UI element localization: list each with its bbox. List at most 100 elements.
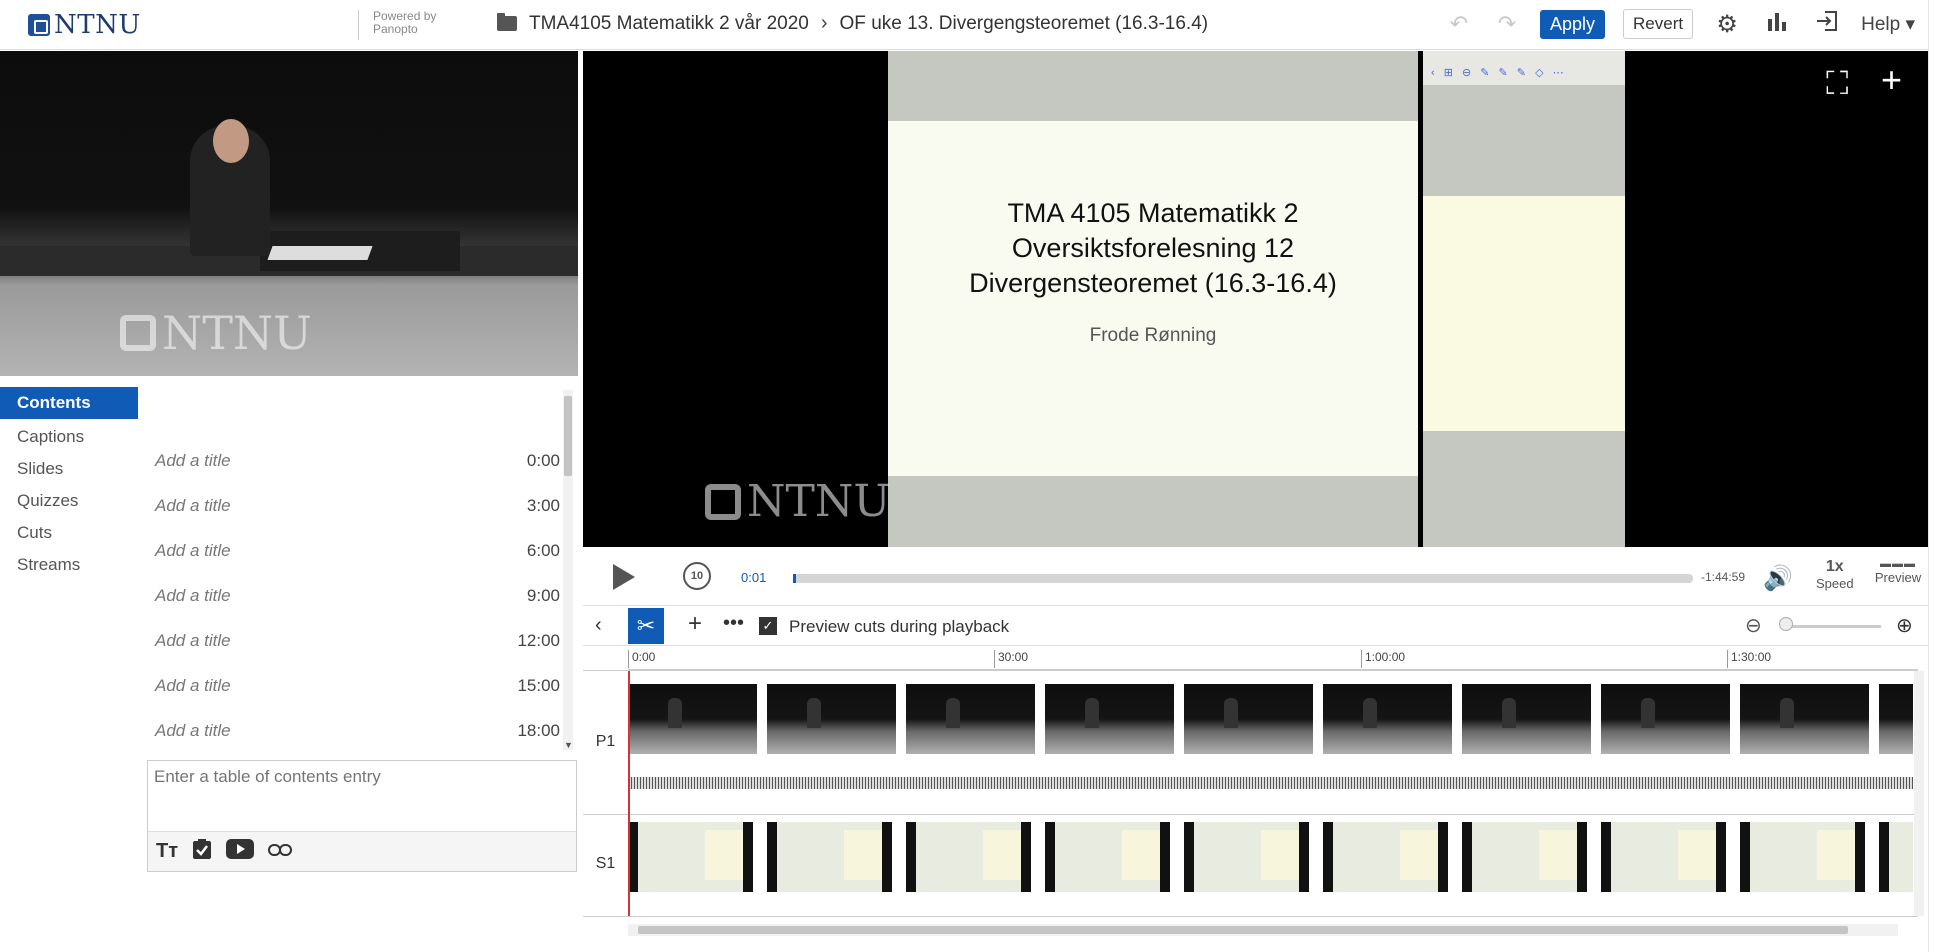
redo-icon[interactable]: ↷ xyxy=(1492,11,1522,37)
more-icon[interactable]: ••• xyxy=(723,612,744,635)
slide-thumbnail-content xyxy=(1889,822,1913,892)
add-stream-icon[interactable]: + xyxy=(1881,59,1902,101)
slide-thumbnail-content xyxy=(1611,822,1716,892)
main-video[interactable]: TMA 4105 Matematikk 2 Oversiktsforelesni… xyxy=(583,51,1928,547)
timeline-ruler[interactable]: 0:00 30:00 1:00:00 1:30:00 xyxy=(628,648,1918,670)
exit-icon[interactable] xyxy=(1811,10,1843,39)
toc-title[interactable]: Add a title xyxy=(150,586,231,606)
scissors-icon[interactable]: ✂ xyxy=(628,608,664,644)
secondary-track[interactable] xyxy=(628,820,1913,896)
tab-cuts[interactable]: Cuts xyxy=(0,517,138,549)
header-actions: ↶ ↷ Apply Revert ⚙ Help ▾ xyxy=(1444,9,1915,39)
scroll-down-icon[interactable]: ▼ xyxy=(564,740,573,750)
timeline-vertical-scrollbar[interactable] xyxy=(1914,671,1924,916)
play-icon[interactable] xyxy=(613,564,635,590)
list-item[interactable]: Add a title 3:00 xyxy=(150,483,560,528)
primary-track[interactable] xyxy=(628,684,1913,756)
scrollbar-thumb[interactable] xyxy=(638,926,1848,934)
text-format-icon[interactable]: Tт xyxy=(156,840,178,863)
timeline-horizontal-scrollbar[interactable] xyxy=(628,924,1898,936)
slide-title-line2: Oversiktsforelesning 12 xyxy=(1011,233,1295,263)
zoom-out-icon[interactable]: ⊖ xyxy=(1745,613,1762,638)
help-menu[interactable]: Help ▾ xyxy=(1861,13,1915,36)
toc-title[interactable]: Add a title xyxy=(150,496,231,516)
gear-icon[interactable]: ⚙ xyxy=(1711,10,1743,39)
slide-thumbnail-content xyxy=(1472,822,1577,892)
watermark-logo-icon xyxy=(705,483,741,520)
rewind-10-icon[interactable]: 10 xyxy=(683,562,711,590)
list-item[interactable]: Add a title 6:00 xyxy=(150,528,560,573)
logo-text: NTNU xyxy=(54,10,141,40)
list-item[interactable]: Add a title 15:00 xyxy=(150,663,560,708)
tab-captions[interactable]: Captions xyxy=(0,421,138,453)
powered-by-line2: Panopto xyxy=(373,22,418,36)
toc-entry-box: Tт xyxy=(147,760,577,872)
zoom-slider[interactable] xyxy=(1781,625,1881,628)
undo-icon[interactable]: ↶ xyxy=(1444,11,1474,37)
toc-entry-field[interactable] xyxy=(148,761,576,831)
chevron-left-icon[interactable]: ‹ xyxy=(595,614,602,637)
tab-contents[interactable]: Contents xyxy=(0,387,138,419)
slide-thumbnail-content xyxy=(916,822,1021,892)
zoom-slider-handle[interactable] xyxy=(1779,617,1793,631)
slide-thumbnail-content xyxy=(1055,822,1160,892)
playhead[interactable] xyxy=(628,671,630,916)
slide-thumbnail-content xyxy=(1333,822,1438,892)
caret-down-icon: ▾ xyxy=(1905,13,1915,35)
scrollbar-thumb[interactable] xyxy=(564,396,572,476)
ntnu-logo[interactable]: NTNU xyxy=(28,10,141,40)
video-icon[interactable] xyxy=(226,838,255,865)
tick-label: 1:30:00 xyxy=(1727,650,1771,668)
preview-control[interactable]: ▬▬▬ Preview xyxy=(1873,558,1923,585)
speed-control[interactable]: 1x Speed xyxy=(1816,558,1854,591)
video-thumbnail xyxy=(1045,684,1174,754)
tick-label: 0:00 xyxy=(628,650,655,668)
tab-quizzes[interactable]: Quizzes xyxy=(0,485,138,517)
progress-bar[interactable] xyxy=(793,574,1693,583)
papers xyxy=(267,246,373,260)
tab-slides[interactable]: Slides xyxy=(0,453,138,485)
camera-watermark-text: NTNU xyxy=(162,306,312,360)
toc-title[interactable]: Add a title xyxy=(150,541,231,561)
clipboard-check-icon[interactable] xyxy=(192,838,212,866)
preview-label: Preview xyxy=(1874,570,1922,585)
preview-cuts-label: Preview cuts during playback xyxy=(789,617,1010,636)
player-controls: 10 0:01 -1:44:59 🔊 1x Speed ▬▬▬ Preview xyxy=(583,550,1928,606)
toc-time: 15:00 xyxy=(517,675,560,695)
tab-streams[interactable]: Streams xyxy=(0,549,138,581)
tablet-page xyxy=(1423,196,1625,431)
secondary-thumbnails xyxy=(628,820,1913,892)
list-item[interactable]: Add a title 9:00 xyxy=(150,573,560,618)
toc-title[interactable]: Add a title xyxy=(150,631,231,651)
toc-title[interactable]: Add a title xyxy=(150,451,231,471)
zoom-in-icon[interactable]: ⊕ xyxy=(1896,613,1913,638)
add-icon[interactable]: + xyxy=(688,610,702,638)
list-item[interactable]: Add a title 0:00 xyxy=(150,438,560,483)
slide-author: Frode Rønning xyxy=(1089,325,1217,346)
toc-title[interactable]: Add a title xyxy=(150,721,231,741)
apply-button[interactable]: Apply xyxy=(1539,9,1606,39)
tablet-toolbar: ‹ ⊞ ⊖ ✎ ✎ ✎ ◇ ⋯ xyxy=(1423,51,1625,85)
ntnu-logo-icon xyxy=(28,14,50,36)
volume-icon[interactable]: 🔊 xyxy=(1763,564,1793,593)
slide-title: TMA 4105 Matematikk 2 Oversiktsforelesni… xyxy=(888,196,1418,301)
video-thumbnail xyxy=(767,684,896,754)
help-label: Help xyxy=(1861,13,1901,35)
revert-button[interactable]: Revert xyxy=(1623,9,1694,39)
camera-video[interactable]: NTNU xyxy=(0,51,578,376)
slide-thumbnail-content xyxy=(777,822,882,892)
preview-cuts-checkbox[interactable]: ✓ xyxy=(759,617,777,635)
breadcrumb-folder[interactable]: TMA4105 Matematikk 2 vår 2020 xyxy=(529,13,809,35)
slide-thumbnail xyxy=(1740,822,1869,892)
toc-title[interactable]: Add a title xyxy=(150,676,231,696)
contents-scrollbar[interactable]: ▼ xyxy=(563,390,573,750)
fullscreen-icon[interactable]: ⛶ xyxy=(1826,65,1848,103)
toc-time: 9:00 xyxy=(526,585,560,605)
tablet-side-panel: ‹ ⊞ ⊖ ✎ ✎ ✎ ◇ ⋯ xyxy=(1423,51,1625,547)
speed-value: 1x xyxy=(1825,558,1844,575)
list-item[interactable]: Add a title 18:00 xyxy=(150,708,560,753)
list-item[interactable]: Add a title 12:00 xyxy=(150,618,560,663)
stats-icon[interactable] xyxy=(1761,10,1793,39)
link-icon[interactable] xyxy=(268,840,293,863)
video-thumbnail xyxy=(628,684,757,754)
